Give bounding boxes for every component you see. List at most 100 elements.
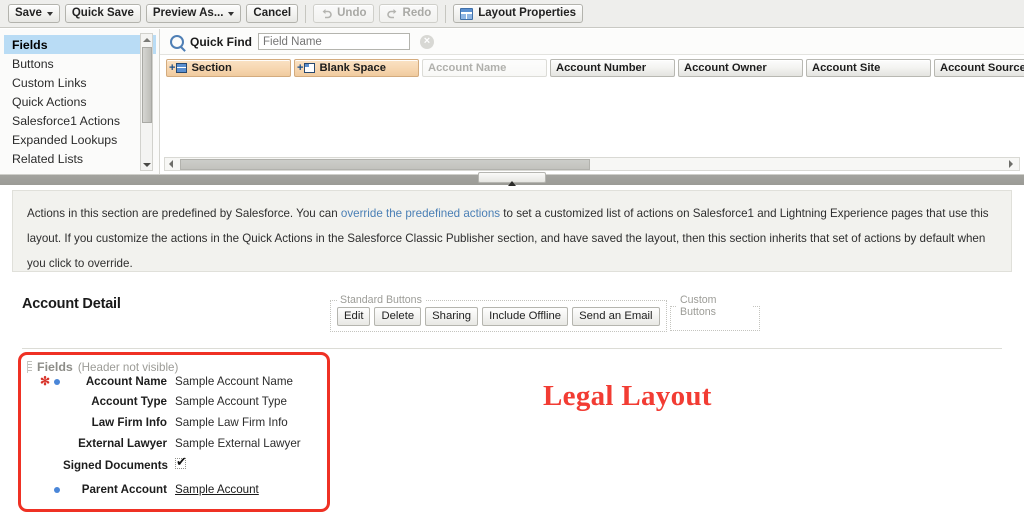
- undo-button-label: Undo: [337, 7, 367, 19]
- sidebar-item-buttons[interactable]: Buttons: [4, 54, 156, 73]
- cancel-button-label: Cancel: [253, 7, 292, 19]
- standard-button-send-an-email[interactable]: Send an Email: [572, 307, 660, 326]
- quick-find-label: Quick Find: [190, 34, 253, 49]
- sidebar-item-fields[interactable]: Fields: [4, 35, 156, 54]
- standard-button-include-offline[interactable]: Include Offline: [482, 307, 569, 326]
- blank-space-icon: [304, 63, 316, 73]
- field-chip-account-name: Account Name: [422, 59, 547, 77]
- scroll-right-icon[interactable]: [1005, 158, 1017, 170]
- collapse-palette-handle[interactable]: [478, 172, 546, 186]
- field-label: Account Type: [91, 395, 167, 408]
- fields-section-header: Fields (Header not visible): [21, 355, 327, 374]
- layout-properties-label: Layout Properties: [478, 7, 577, 19]
- account-detail-section-header: Account Detail Standard Buttons Edit Dele…: [0, 288, 1024, 344]
- palette-main-area: Quick Find × + Section + Blank Space Account…: [160, 29, 1024, 180]
- field-row[interactable]: Signed Documents: [21, 455, 327, 479]
- sidebar-item-label: Quick Actions: [12, 94, 87, 109]
- page-title: Account Detail: [22, 296, 121, 312]
- scrollbar-thumb[interactable]: [142, 47, 152, 123]
- field-chip-label: Blank Space: [319, 62, 386, 74]
- drag-grip-icon[interactable]: [27, 361, 32, 373]
- palette-horizontal-scrollbar[interactable]: [164, 157, 1020, 171]
- standard-button-sharing[interactable]: Sharing: [425, 307, 479, 326]
- field-row[interactable]: External Lawyer Sample External Lawyer: [21, 437, 327, 458]
- field-palette-panel: Fields Buttons Custom Links Quick Actions Sa…: [0, 29, 1024, 181]
- field-chip-section[interactable]: + Section: [166, 59, 291, 77]
- chevron-down-icon[interactable]: [46, 11, 53, 16]
- sidebar-item-custom-links[interactable]: Custom Links: [4, 73, 156, 92]
- field-chip-account-source[interactable]: Account Source: [934, 59, 1024, 77]
- field-chip-grid: + Section + Blank Space Account Name Account …: [160, 56, 1024, 138]
- field-chip-label: Account Site: [812, 62, 881, 74]
- field-label: Account Name: [85, 375, 167, 388]
- scroll-left-icon[interactable]: [165, 158, 177, 170]
- layout-properties-button[interactable]: Layout Properties: [453, 4, 584, 23]
- lookup-indicator-icon: [54, 378, 60, 385]
- override-predefined-actions-link[interactable]: override the predefined actions: [341, 207, 500, 220]
- redo-button: Redo: [378, 4, 439, 23]
- section-icon: [176, 63, 188, 73]
- quick-find-input[interactable]: [258, 33, 411, 50]
- layout-properties-icon: [460, 7, 474, 20]
- field-value: Sample Account: [175, 483, 259, 496]
- preview-as-button[interactable]: Preview As...: [145, 4, 242, 23]
- chevron-down-icon[interactable]: [228, 11, 235, 16]
- sidebar-item-label: Fields: [12, 37, 48, 52]
- field-value: Sample Account Name: [175, 375, 293, 388]
- standard-buttons-group: Standard Buttons Edit Delete Sharing Includ…: [330, 294, 667, 332]
- custom-buttons-group: Custom Buttons: [670, 294, 760, 331]
- field-chip-account-number[interactable]: Account Number: [550, 59, 675, 77]
- checkmark-icon: [175, 455, 187, 469]
- field-chip-label: Account Owner: [684, 62, 767, 74]
- field-value: Sample Account Type: [175, 395, 287, 408]
- standard-button-edit[interactable]: Edit: [337, 307, 371, 326]
- undo-icon: [320, 7, 333, 20]
- section-divider: [22, 348, 1002, 349]
- field-row[interactable]: Parent Account Sample Account: [21, 483, 327, 504]
- toolbar-divider: [305, 4, 307, 23]
- note-text-before: Actions in this section are predefined b…: [27, 207, 341, 220]
- scroll-down-icon[interactable]: [141, 159, 152, 170]
- sidebar-item-label: Salesforce1 Actions: [12, 113, 120, 128]
- clear-search-icon[interactable]: ×: [420, 34, 435, 49]
- field-label: Law Firm Info: [91, 416, 167, 429]
- field-chip-label: Section: [191, 62, 232, 74]
- sidebar-item-label: Expanded Lookups: [12, 132, 118, 147]
- scroll-up-icon[interactable]: [141, 34, 152, 45]
- sidebar-item-salesforce1-actions[interactable]: Salesforce1 Actions: [4, 111, 156, 130]
- palette-sidebar-scrollbar[interactable]: [140, 33, 153, 171]
- palette-category-list: Fields Buttons Custom Links Quick Actions Sa…: [4, 35, 156, 168]
- fields-section-note: (Header not visible): [77, 360, 179, 374]
- field-row[interactable]: Law Firm Info Sample Law Firm Info: [21, 416, 327, 437]
- predefined-actions-note: Actions in this section are predefined b…: [12, 190, 1012, 272]
- field-label: External Lawyer: [78, 437, 167, 450]
- field-row-list: ✻ Account Name Sample Account Name Account …: [21, 374, 327, 504]
- save-button-label: Save: [15, 7, 42, 19]
- field-row[interactable]: ✻ Account Name Sample Account Name: [21, 374, 327, 395]
- field-row-markers: [21, 483, 63, 496]
- legal-layout-annotation: Legal Layout: [543, 380, 712, 412]
- save-button[interactable]: Save: [8, 4, 60, 23]
- standard-buttons-legend: Standard Buttons: [340, 294, 422, 306]
- plus-icon: +: [169, 62, 176, 74]
- field-value: Sample Law Firm Info: [175, 416, 288, 429]
- search-icon: [170, 34, 184, 49]
- fields-section-highlight-box[interactable]: Fields (Header not visible) ✻ Account Nam…: [18, 352, 330, 512]
- field-chip-account-site[interactable]: Account Site: [806, 59, 931, 77]
- field-chip-account-owner[interactable]: Account Owner: [678, 59, 803, 77]
- scrollbar-thumb[interactable]: [180, 158, 590, 170]
- sidebar-item-related-lists[interactable]: Related Lists: [4, 149, 156, 168]
- field-row[interactable]: Account Type Sample Account Type: [21, 395, 327, 416]
- quick-save-button[interactable]: Quick Save: [64, 4, 141, 23]
- field-chip-label: Account Name: [428, 62, 507, 74]
- sidebar-item-quick-actions[interactable]: Quick Actions: [4, 92, 156, 111]
- field-chip-blank-space[interactable]: + Blank Space: [294, 59, 419, 77]
- toolbar-divider: [445, 4, 447, 23]
- quick-save-button-label: Quick Save: [71, 7, 134, 19]
- field-label: Parent Account: [81, 483, 167, 496]
- cancel-button[interactable]: Cancel: [246, 4, 299, 23]
- standard-button-delete[interactable]: Delete: [374, 307, 422, 326]
- layout-editor-toolbar: Save Quick Save Preview As... Cancel Und…: [0, 0, 1024, 28]
- field-chip-label: Account Source: [940, 62, 1024, 74]
- sidebar-item-expanded-lookups[interactable]: Expanded Lookups: [4, 130, 156, 149]
